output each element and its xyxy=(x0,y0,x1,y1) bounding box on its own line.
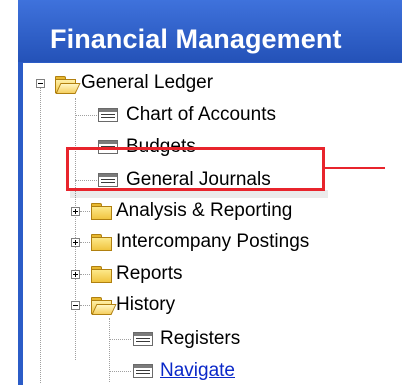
open-folder-icon xyxy=(54,75,81,94)
tree-item-reports[interactable]: Reports xyxy=(116,263,183,285)
expand-toggle[interactable] xyxy=(71,207,80,216)
tree-item-history[interactable]: History xyxy=(116,294,175,316)
folder-icon xyxy=(90,265,112,283)
list-page-icon xyxy=(98,108,118,122)
tree-item-chart-of-accounts[interactable]: Chart of Accounts xyxy=(126,104,276,126)
expand-toggle[interactable] xyxy=(71,238,80,247)
tree-item-general-ledger[interactable]: General Ledger xyxy=(81,72,213,94)
tree-item-navigate[interactable]: Navigate xyxy=(160,360,235,382)
tree-item-intercompany-postings[interactable]: Intercompany Postings xyxy=(116,231,309,253)
highlight-shadow xyxy=(70,190,328,198)
tree-connector xyxy=(75,115,97,116)
pane-title: Financial Management xyxy=(50,24,342,54)
list-page-icon xyxy=(133,332,153,346)
folder-icon xyxy=(90,202,112,220)
tree-item-registers[interactable]: Registers xyxy=(160,328,240,350)
tree-connector xyxy=(109,318,110,382)
annotation-callout-line xyxy=(325,167,385,169)
open-folder-icon xyxy=(90,296,117,315)
annotation-highlight-box xyxy=(66,147,325,191)
tree-connector xyxy=(75,98,76,360)
tree-item-analysis-reporting[interactable]: Analysis & Reporting xyxy=(116,200,292,222)
expand-toggle[interactable] xyxy=(71,270,80,279)
collapse-toggle[interactable] xyxy=(36,79,45,88)
tree-connector xyxy=(40,88,41,383)
collapse-toggle[interactable] xyxy=(71,301,80,310)
tree-connector xyxy=(109,371,131,372)
pane-title-bar: Financial Management xyxy=(18,0,402,62)
folder-icon xyxy=(90,233,112,251)
tree-connector xyxy=(109,339,131,340)
list-page-icon xyxy=(133,364,153,378)
